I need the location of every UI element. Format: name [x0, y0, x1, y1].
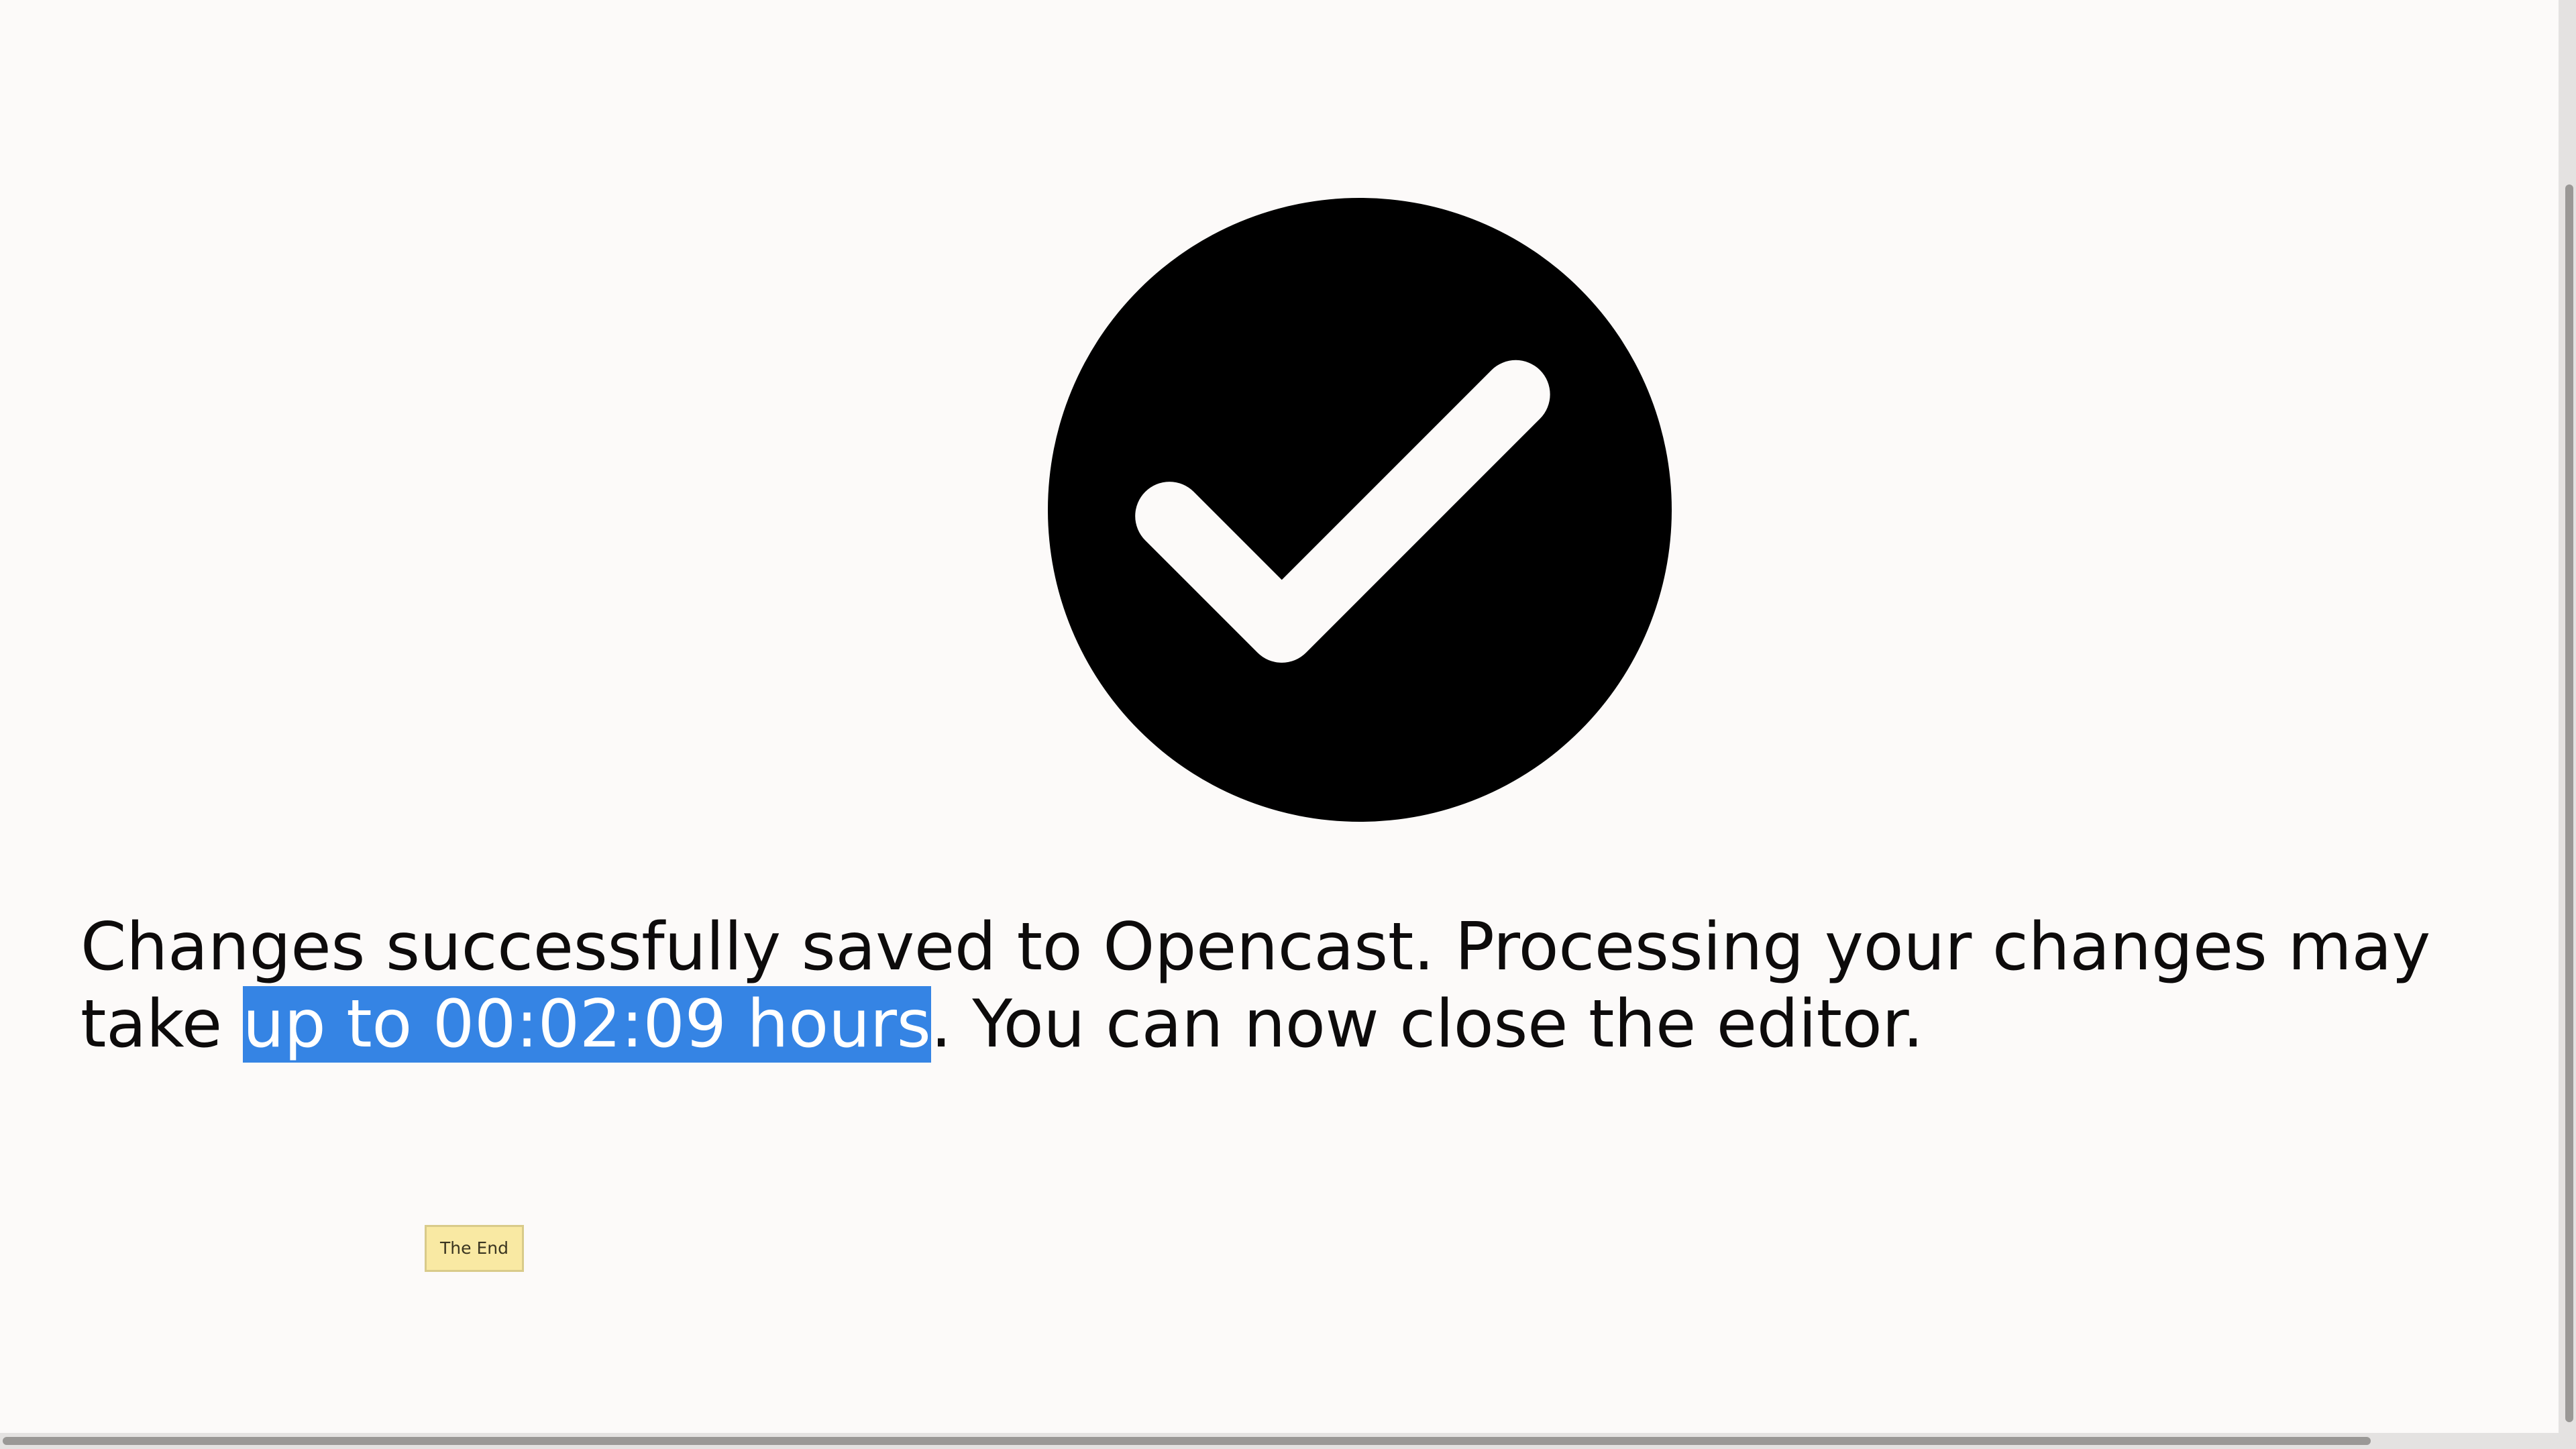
success-message: Changes successfully saved to Opencast. … [80, 909, 2469, 1063]
tooltip: The End [425, 1225, 524, 1272]
horizontal-scrollbar-thumb[interactable] [3, 1437, 2371, 1445]
check-circle-icon [1048, 198, 1672, 822]
vertical-scrollbar[interactable] [2559, 0, 2576, 1449]
horizontal-scrollbar[interactable] [0, 1433, 2559, 1449]
success-message-tail: . You can now close the editor. [930, 986, 1924, 1063]
selected-processing-time: up to 00:02:09 hours [242, 986, 931, 1063]
save-success-page: Changes successfully saved to Opencast. … [0, 0, 2576, 1449]
vertical-scrollbar-thumb[interactable] [2565, 184, 2573, 1422]
